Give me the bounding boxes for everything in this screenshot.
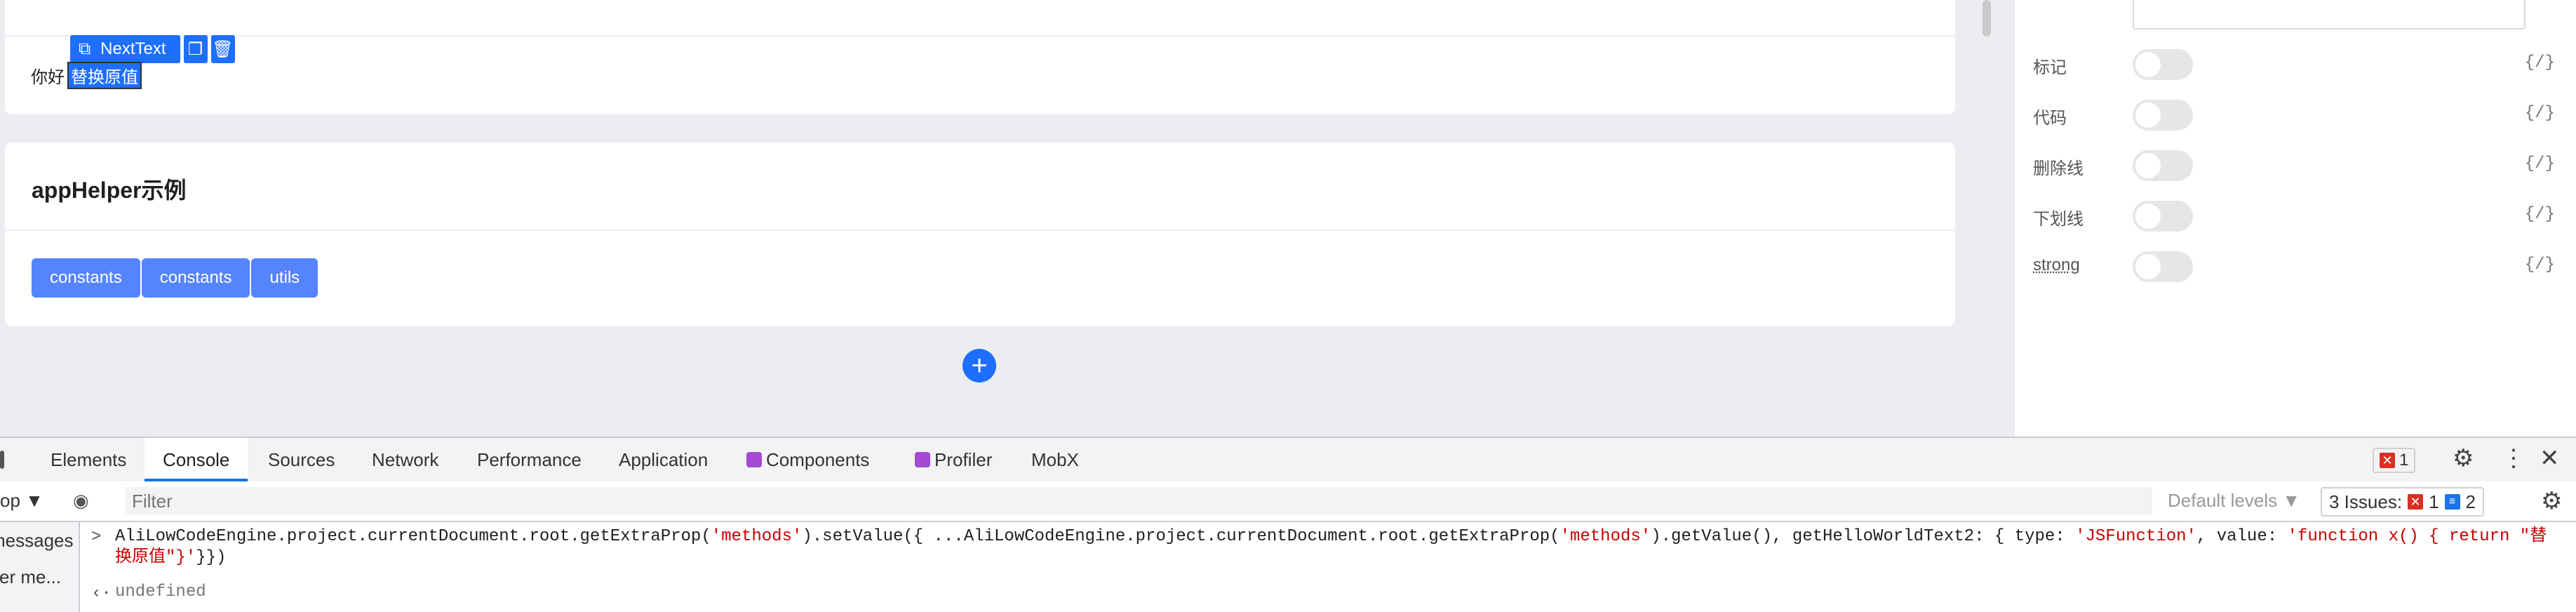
devtools-panel: Elements Console Sources Network Perform… — [0, 437, 2576, 612]
tab-elements[interactable]: Elements — [32, 438, 145, 481]
tab-network[interactable]: Network — [355, 438, 455, 481]
sidebar-item-user-messages[interactable]: ser me... — [0, 559, 79, 595]
settings-gear-icon[interactable]: ⚙ — [2453, 446, 2474, 470]
console-sidebar: messages ser me... — [0, 522, 80, 612]
canvas-scrollbar[interactable] — [1983, 0, 1991, 36]
variable-binding-icon[interactable]: {/} — [2525, 104, 2555, 123]
tab-application[interactable]: Application — [602, 438, 725, 481]
variable-binding-icon[interactable]: {/} — [2525, 53, 2555, 72]
variable-binding-icon[interactable]: {/} — [2525, 205, 2555, 224]
selected-component-name[interactable]: ⧉ NextText — [70, 35, 180, 63]
prop-input-field[interactable] — [2133, 0, 2525, 29]
tab-profiler[interactable]: Profiler — [901, 438, 1006, 481]
filter-input[interactable] — [125, 487, 2152, 515]
card-title: appHelper示例 — [32, 178, 187, 203]
button-group: constants constants utils — [32, 258, 318, 298]
card-divider — [5, 35, 1955, 36]
react-icon — [915, 452, 930, 467]
delete-component-icon[interactable]: 🗑 — [210, 35, 235, 63]
tab-components[interactable]: Components — [732, 438, 883, 481]
settings-panel: 标记 {/} 代码 {/} 删除线 {/} 下划线 {/} strong {/} — [2015, 0, 2576, 437]
designer-canvas: 示例 ⧉ NextText ❐ 🗑 你好 替换原值 appHelper示例 co… — [0, 0, 1992, 435]
utils-button[interactable]: utils — [251, 258, 318, 298]
prop-row-strong: strong {/} — [2015, 241, 2576, 292]
underline-toggle[interactable] — [2133, 201, 2193, 232]
console-result: undefined — [115, 583, 206, 601]
prop-row-underline: 下划线 {/} — [2015, 191, 2576, 241]
context-selector[interactable]: op ▼ — [0, 490, 43, 512]
error-icon: ✕ — [2380, 453, 2395, 468]
copy-component-icon[interactable]: ❐ — [183, 35, 208, 63]
sidebar-item-messages[interactable]: messages — [0, 522, 79, 559]
devtools-tabbar: Elements Console Sources Network Perform… — [0, 438, 2576, 483]
console-output: > AliLowCodeEngine.project.currentDocume… — [80, 522, 2576, 612]
tab-console[interactable]: Console — [145, 438, 248, 481]
code-toggle[interactable] — [2133, 100, 2193, 131]
card-divider — [5, 230, 1955, 231]
issues-button[interactable]: 3 Issues: ✕ 1 ≡ 2 — [2321, 487, 2484, 517]
prop-label: 标记 — [2033, 58, 2067, 77]
tab-sources[interactable]: Sources — [251, 438, 351, 481]
selection-toolbar: ⧉ NextText ❐ 🗑 — [70, 35, 235, 63]
tab-mobx[interactable]: MobX — [1017, 438, 1093, 481]
toggle-knob — [2135, 153, 2161, 178]
prop-row-code: 代码 {/} — [2015, 90, 2576, 140]
log-levels-dropdown[interactable]: Default levels ▼ — [2168, 490, 2300, 512]
selected-next-text[interactable]: 替换原值 — [67, 62, 142, 89]
mark-toggle[interactable] — [2133, 49, 2193, 80]
more-options-icon[interactable]: ⋮ — [2502, 446, 2525, 470]
add-component-icon[interactable]: + — [962, 349, 996, 382]
react-icon — [746, 452, 762, 467]
demo-card-text: 示例 — [5, 0, 1955, 114]
prop-label: 代码 — [2033, 109, 2067, 128]
error-count-badge[interactable]: ✕ 1 — [2373, 448, 2416, 473]
demo-card-apphelper: appHelper示例 constants constants utils — [5, 142, 1955, 326]
prop-label: strong — [2033, 255, 2080, 274]
prop-row-mark: 标记 {/} — [2015, 39, 2576, 90]
toggle-knob — [2135, 102, 2161, 128]
puzzle-icon: ⧉ — [79, 39, 91, 58]
close-icon[interactable]: ✕ — [2540, 446, 2560, 470]
error-icon: ✕ — [2408, 494, 2424, 510]
hello-text-row: 你好 替换原值 — [31, 62, 142, 89]
inspect-icon[interactable] — [0, 451, 4, 469]
console-input-line[interactable]: AliLowCodeEngine.project.currentDocument… — [115, 526, 2563, 568]
constants-button-2[interactable]: constants — [141, 258, 250, 298]
variable-binding-icon[interactable]: {/} — [2525, 255, 2555, 274]
toggle-knob — [2135, 254, 2161, 279]
prop-label: 删除线 — [2033, 159, 2084, 178]
input-chevron-icon: > — [91, 528, 102, 547]
variable-binding-icon[interactable]: {/} — [2525, 154, 2555, 173]
info-icon: ≡ — [2444, 494, 2460, 510]
hello-prefix: 你好 — [31, 68, 65, 87]
delete-toggle[interactable] — [2133, 150, 2193, 181]
strong-toggle[interactable] — [2133, 251, 2193, 282]
prop-label: 下划线 — [2033, 210, 2084, 229]
eye-icon[interactable]: ◉ — [73, 490, 89, 512]
result-chevron-icon: ‹· — [91, 584, 112, 603]
toggle-knob — [2135, 52, 2161, 77]
tab-performance[interactable]: Performance — [460, 438, 598, 481]
toggle-knob — [2135, 204, 2161, 229]
console-toolbar: op ▼ ◉ Default levels ▼ 3 Issues: ✕ 1 ≡ … — [0, 481, 2576, 522]
constants-button[interactable]: constants — [32, 258, 140, 298]
prop-row-delete: 删除线 {/} — [2015, 140, 2576, 191]
console-settings-icon[interactable]: ⚙ — [2541, 487, 2562, 515]
